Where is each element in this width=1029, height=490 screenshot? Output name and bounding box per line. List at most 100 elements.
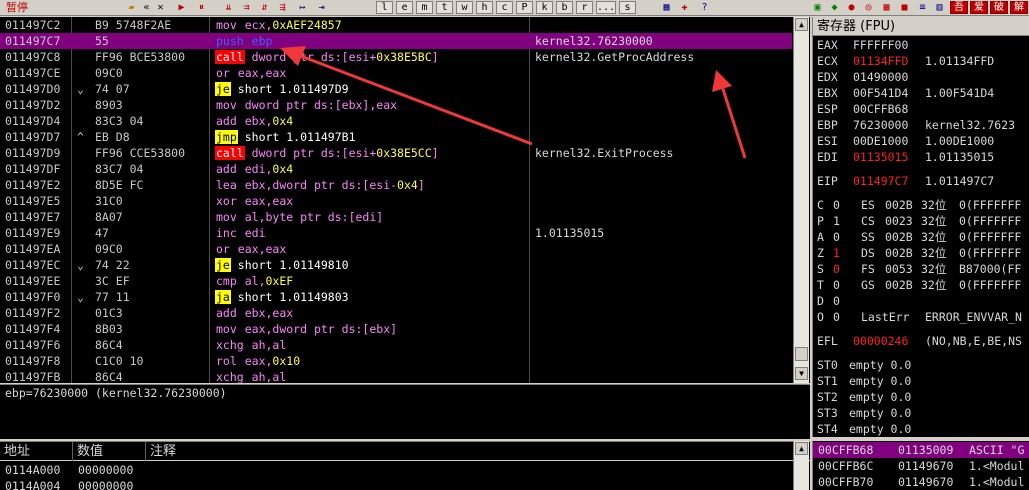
tb-letter-h[interactable]: h	[476, 1, 493, 14]
register-row[interactable]: ESI 00DE1000 1.00DE1000	[817, 133, 1029, 149]
register-row[interactable]: ST2 empty 0.0	[817, 389, 1029, 405]
disasm-row[interactable]: 011497D0 ⌄ 74 07 je short 1.011497D9	[0, 81, 792, 97]
register-row[interactable]: EIP 011497C7 1.011497C7	[817, 173, 1029, 189]
toolbar-label-wu[interactable]: 吾	[950, 1, 968, 14]
register-row[interactable]: Z 1 DS 002B 32位 0(FFFFFFF	[817, 245, 1029, 261]
register-row[interactable]: A 0 SS 002B 32位 0(FFFFFFF	[817, 229, 1029, 245]
trace-over-icon[interactable]: ⇶	[276, 1, 289, 14]
step-into-icon[interactable]: ⇊	[222, 1, 235, 14]
tb-letter-k[interactable]: k	[536, 1, 553, 14]
toolbar-label-jie[interactable]: 解	[1010, 1, 1028, 14]
goto-icon[interactable]: ⇥	[315, 1, 328, 14]
tb-letter-s[interactable]: s	[619, 1, 636, 14]
dump-pane[interactable]: 0114A000 00000000 0114A004 00000000	[0, 461, 810, 490]
target-icon[interactable]: ◎	[862, 1, 875, 14]
register-row[interactable]: ECX 01134FFD 1.01134FFD	[817, 53, 1029, 69]
scroll-up-icon[interactable]: ▲	[795, 442, 808, 455]
step-over-icon[interactable]: ⇉	[240, 1, 253, 14]
scroll-thumb[interactable]	[795, 347, 808, 361]
disasm-row[interactable]: 011497D9 FF96 CCE53800 call dword ptr ds:[…	[0, 145, 792, 161]
disasm-row[interactable]: 011497D4 83C3 04 add ebx,0x4	[0, 113, 792, 129]
register-row[interactable]: EDX 01490000	[817, 69, 1029, 85]
disasm-row[interactable]: 011497FB 86C4 xchg ah,al	[0, 369, 792, 383]
trace-into-icon[interactable]: ⇵	[258, 1, 271, 14]
disasm-row[interactable]: 011497EC ⌄ 74 22 je short 1.01149810	[0, 257, 792, 273]
tb-letter-l[interactable]: l	[376, 1, 393, 14]
register-row[interactable]: EDI 01135015 1.01135015	[817, 149, 1029, 165]
register-row[interactable]: ST4 empty 0.0	[817, 421, 1029, 437]
tb-letter-p[interactable]: P	[516, 1, 533, 14]
close-icon[interactable]: ✕	[154, 1, 167, 14]
toolbar-label-po[interactable]: 破	[990, 1, 1008, 14]
record-icon[interactable]: ●	[845, 1, 858, 14]
tb-letter-dots[interactable]: ...	[596, 1, 616, 14]
register-row[interactable]: EAX FFFFFF00	[817, 37, 1029, 53]
disasm-row[interactable]: 011497D2 8903 mov dword ptr ds:[ebx],eax	[0, 97, 792, 113]
toolbar-label-ai[interactable]: 爱	[970, 1, 988, 14]
tb-letter-e[interactable]: e	[396, 1, 413, 14]
register-row[interactable]: EFL 00000246 (NO,NB,E,BE,NS	[817, 333, 1029, 349]
dump-scrollbar[interactable]: ▲	[793, 441, 809, 490]
dump-header-value[interactable]: 数值	[73, 442, 103, 461]
disasm-row[interactable]: 011497E2 8D5E FC lea ebx,dword ptr ds:[esi…	[0, 177, 792, 193]
plugin-icon[interactable]: ✚	[678, 1, 691, 14]
options-icon[interactable]: ?	[698, 1, 711, 14]
disasm-row[interactable]: 011497F0 ⌄ 77 11 ja short 1.01149803	[0, 289, 792, 305]
tb-letter-r[interactable]: r	[576, 1, 593, 14]
disasm-row[interactable]: 011497E5 31C0 xor eax,eax	[0, 193, 792, 209]
tb-letter-t[interactable]: t	[436, 1, 453, 14]
open-icon[interactable]: ▰	[125, 1, 138, 14]
view-icon[interactable]: ▥	[933, 1, 946, 14]
stack-row[interactable]: 00CFFB70 01149670 1.<Modul	[813, 474, 1029, 490]
disasm-row[interactable]: 011497E9 47 inc edi 1.01135015	[0, 225, 792, 241]
registers-pane[interactable]: 寄存器 (FPU) EAX FFFFFF00 ECX 01134FFD 1.01134F…	[812, 17, 1029, 437]
restart-icon[interactable]: «	[140, 1, 153, 14]
execute-till-return-icon[interactable]: ↦	[296, 1, 309, 14]
register-row[interactable]: EBX 00F541D4 1.00F541D4	[817, 85, 1029, 101]
register-row[interactable]: P 1 CS 0023 32位 0(FFFFFFF	[817, 213, 1029, 229]
tb-letter-m[interactable]: m	[416, 1, 433, 14]
dump-header-address[interactable]: 地址	[0, 442, 30, 461]
register-row[interactable]: T 0 GS 002B 32位 0(FFFFFFF	[817, 277, 1029, 293]
register-row[interactable]: EBP 76230000 kernel32.7623	[817, 117, 1029, 133]
disasm-row[interactable]: 011497EA 09C0 or eax,eax	[0, 241, 792, 257]
stack-row[interactable]: 00CFFB68 01135009 ASCII "G	[813, 442, 1029, 458]
tb-letter-b[interactable]: b	[556, 1, 573, 14]
disasm-row[interactable]: 011497D7 ^ EB D8 jmp short 1.011497B1	[0, 129, 792, 145]
register-row[interactable]: ST1 empty 0.0	[817, 373, 1029, 389]
layout-icon[interactable]: ▦	[660, 1, 673, 14]
grid-icon[interactable]: ▩	[880, 1, 893, 14]
register-row[interactable]: ST3 empty 0.0	[817, 405, 1029, 421]
register-row[interactable]: S 0 FS 0053 32位 B87000(FF	[817, 261, 1029, 277]
pause-icon[interactable]: ⏸	[195, 1, 208, 14]
disassembly-pane[interactable]: 011497C2 B9 5748F2AE mov ecx,0xAEF24857 011…	[0, 17, 810, 383]
scroll-up-icon[interactable]: ▲	[795, 18, 808, 31]
register-row[interactable]: ST0 empty 0.0	[817, 357, 1029, 373]
registers-header[interactable]: 寄存器 (FPU)	[813, 17, 1029, 36]
disasm-row[interactable]: 011497CE 09C0 or eax,eax	[0, 65, 792, 81]
tb-letter-c[interactable]: c	[496, 1, 513, 14]
register-row[interactable]: C 0 ES 002B 32位 0(FFFFFFF	[817, 197, 1029, 213]
scroll-down-icon[interactable]: ▼	[795, 367, 808, 380]
disasm-row[interactable]: 011497F8 C1C0 10 rol eax,0x10	[0, 353, 792, 369]
disasm-row[interactable]: 011497E7 8A07 mov al,byte ptr ds:[edi]	[0, 209, 792, 225]
disasm-row[interactable]: 011497DF 83C7 04 add edi,0x4	[0, 161, 792, 177]
register-row[interactable]: ESP 00CFFB68	[817, 101, 1029, 117]
tb-letter-w[interactable]: w	[456, 1, 473, 14]
disasm-row[interactable]: 011497C7 55 push ebp kernel32.76230000	[0, 33, 792, 49]
disasm-row[interactable]: 011497F4 8B03 mov eax,dword ptr ds:[ebx]	[0, 321, 792, 337]
stack-pane[interactable]: 00CFFB68 01135009 ASCII "G 00CFFB6C 01149670…	[812, 441, 1029, 490]
window-icon[interactable]: ▣	[811, 1, 824, 14]
list-icon[interactable]: ≡	[916, 1, 929, 14]
help-icon[interactable]: ■	[898, 1, 911, 14]
disasm-row[interactable]: 011497F2 01C3 add ebx,eax	[0, 305, 792, 321]
disasm-row[interactable]: 011497F6 86C4 xchg ah,al	[0, 337, 792, 353]
disasm-row[interactable]: 011497C2 B9 5748F2AE mov ecx,0xAEF24857	[0, 17, 792, 33]
disassembly-scrollbar[interactable]: ▲ ▼	[793, 17, 809, 383]
disasm-row[interactable]: 011497EE 3C EF cmp al,0xEF	[0, 273, 792, 289]
disasm-row[interactable]: 011497C8 FF96 BCE53800 call dword ptr ds:[…	[0, 49, 792, 65]
register-row[interactable]: O 0 LastErr ERROR_ENVVAR_N	[817, 309, 1029, 325]
stack-row[interactable]: 00CFFB6C 01149670 1.<Modul	[813, 458, 1029, 474]
run-icon[interactable]: ▶	[175, 1, 188, 14]
dump-header-comment[interactable]: 注释	[146, 442, 176, 461]
